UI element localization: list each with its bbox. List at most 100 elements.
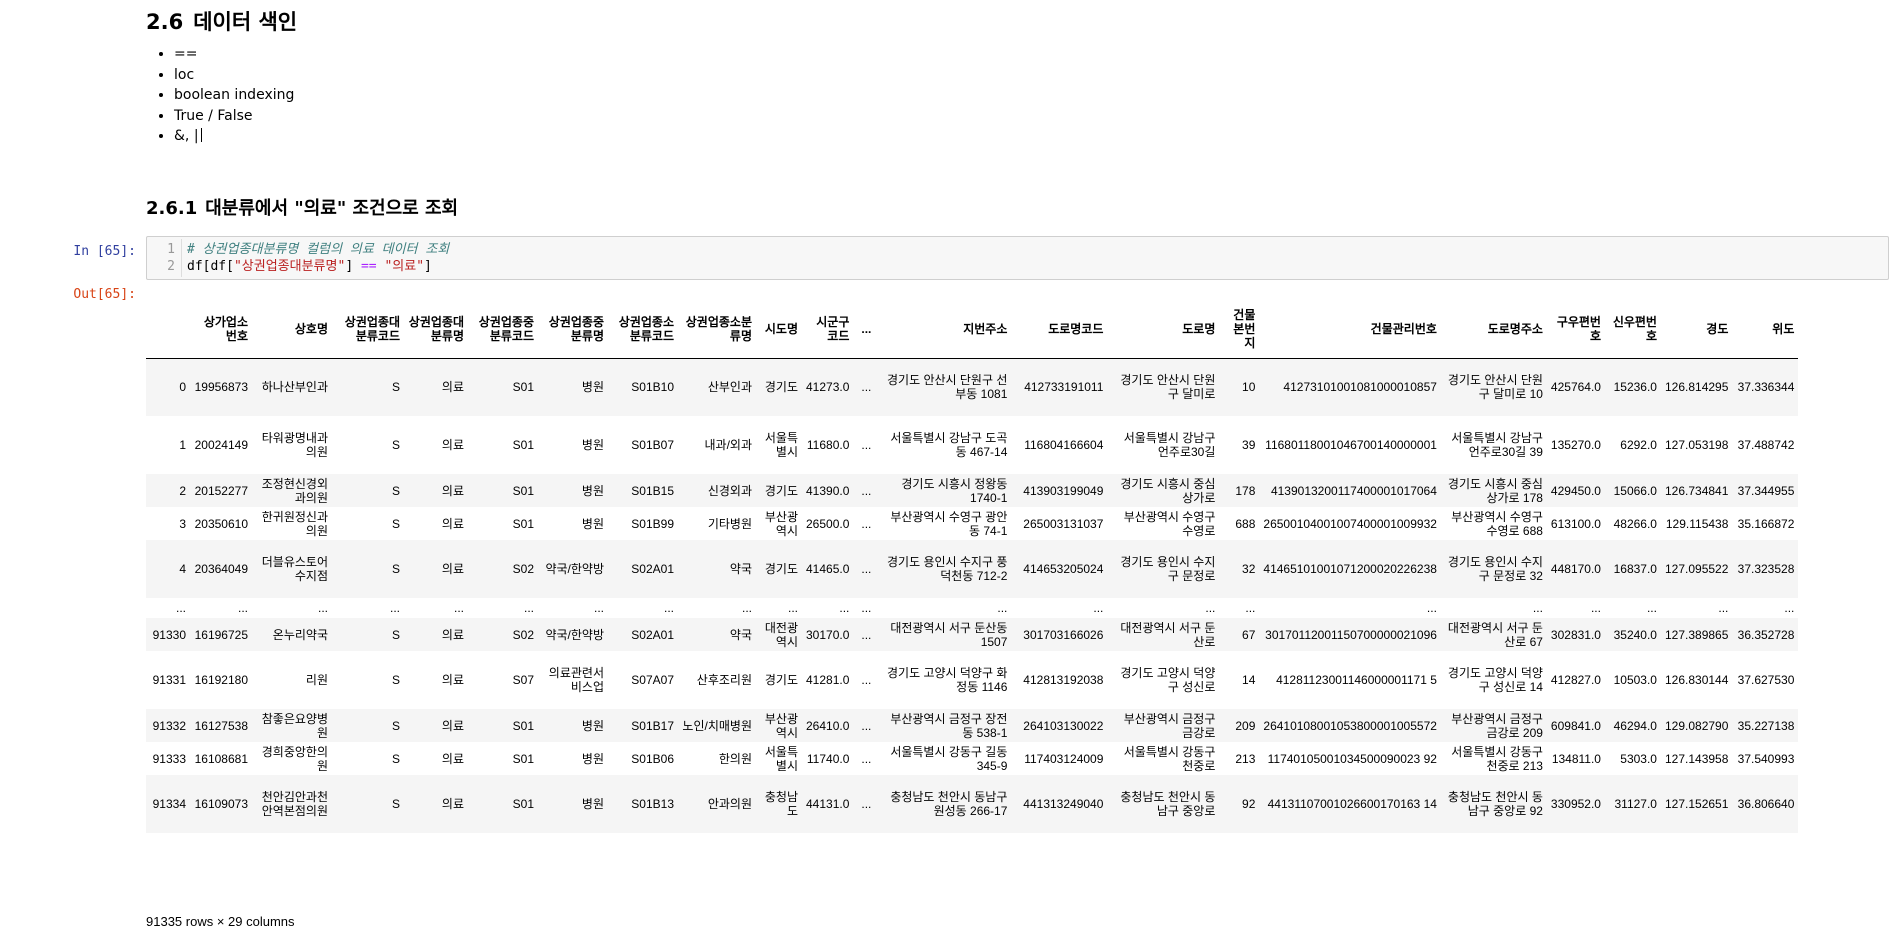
table-cell: 11740105001034500090023 92 [1267,751,1437,766]
table-cell: 127.152651 [1664,797,1729,811]
table-cell: 부산광역시 [764,711,798,740]
table-cell: 노인/치매병원 [682,718,752,733]
column-header[interactable]: 상권업종대분류명 [404,300,468,359]
table-cell: 경기도 시흥시 정왕동 1740-1 [901,476,1008,505]
table-cell: 4139013200117400001017064 [1270,483,1437,498]
table-cell: 41390.0 [806,483,850,498]
column-header[interactable]: 경도 [1660,300,1733,359]
table-cell: S01 [512,438,534,452]
table-cell: ... [861,380,872,395]
table-cell: 서울특별시 강남구 언주로30길 39 [1451,431,1543,459]
table-cell: 의료 [441,380,464,395]
row-index: 3 [179,516,186,531]
column-header[interactable]: 구우편번호 [1546,300,1605,359]
table-cell: 부산광역시 금정구 금강로 209 [1451,711,1543,740]
table-cell: ... [861,797,872,811]
table-cell: 26500.0 [806,516,850,531]
table-cell: 44131107001026600170163 14 [1267,797,1437,811]
section-heading: 2.6 데이터 색인 [146,6,297,36]
table-cell: 16837.0 [1613,562,1657,576]
table-cell: 117403124009 [1024,751,1104,766]
bullet-item[interactable]: &, | [174,126,294,147]
table-cell: 178 [1235,483,1256,498]
code-text[interactable]: # 상권업종대분류명 컬럼의 의료 데이터 조회 df[df["상권업종대분류명… [187,241,449,275]
table-cell: S07A07 [631,673,674,687]
column-header[interactable]: 상권업종대분류코드 [332,300,404,359]
table-cell: 32 [1242,562,1256,576]
table-cell: ... [861,516,872,531]
table-cell: 135270.0 [1550,438,1601,452]
table-cell: 41281123001146000001171 5 [1276,673,1437,687]
row-index: 1 [179,438,186,452]
column-header[interactable]: 상권업종중분류명 [538,300,608,359]
table-cell: ... [861,601,872,615]
column-header[interactable]: 지번주소 [875,300,1012,359]
column-header[interactable]: 시군구코드 [802,300,854,359]
table-cell: S01B15 [631,483,674,498]
table-cell: ... [741,601,752,615]
table-cell: 조정현신경외과의원 [261,476,328,505]
table-cell: 의료관련서비스업 [548,666,604,694]
table-cell: 약국/한약방 [545,562,604,576]
table-cell: 31127.0 [1614,797,1657,811]
table-cell: 경기도 안산시 단원구 달미로 [1120,373,1216,402]
table-cell: ... [523,601,534,615]
code-editor[interactable]: 1 2 # 상권업종대분류명 컬럼의 의료 데이터 조회 df[df["상권업종… [146,236,1889,280]
bullet-item: loc [174,65,294,86]
table-cell: 26500104001007400001009932 [1263,516,1437,531]
column-header[interactable]: 상가업소번호 [190,300,252,359]
table-cell: S [391,438,400,452]
table-cell: 36.352728 [1737,627,1795,642]
dataframe-table: 상가업소번호 상호명 상권업종대분류코드 상권업종대분류명 상권업종중분류코드 … [146,300,1799,833]
table-cell: S01 [512,718,534,733]
table-cell: 20350610 [194,516,248,531]
code-comment: # 상권업종대분류명 컬럼의 의료 데이터 조회 [187,242,450,257]
table-cell: 16109073 [194,797,248,811]
table-cell: 한귀원정신과의원 [261,509,328,538]
table-body: 0 19956873 하나산부인과 S 의료 S01 병원 S01B10 산부인과 경기도 4127… [146,358,1799,833]
column-header[interactable]: ... [853,300,876,359]
column-header[interactable]: 건물본번지 [1219,300,1260,359]
notebook: 2.6 데이터 색인 == loc boolean indexing True /… [0,0,1899,931]
table-cell: 충청남도 천안시 동남구 중앙로 92 [1447,790,1543,818]
table-cell: 20024149 [194,438,248,452]
table-cell: 5303.0 [1620,751,1657,766]
table-cell: 의료 [441,751,464,766]
table-cell: 의료 [441,483,464,498]
table-cell: 경기도 시흥시 중심상가로 178 [1447,476,1543,505]
column-header[interactable]: 위도 [1732,300,1799,359]
column-header[interactable]: 도로명주소 [1440,300,1547,359]
table-cell: 산후조리원 [696,673,752,687]
column-header[interactable]: 시도명 [756,300,802,359]
column-header[interactable] [146,300,190,359]
table-cell: S [391,718,400,733]
row-index: 91330 [152,627,186,642]
column-header[interactable]: 상권업종소분류명 [678,300,756,359]
table-cell: S02A01 [631,627,674,642]
column-header[interactable]: 신우편번호 [1604,300,1661,359]
table-row: 91330 16196725 온누리약국 S 의료 S02 약국/한약방 S02A01 약국 대전… [146,618,1799,651]
table-cell: 병원 [581,380,604,395]
table-cell: 302831.0 [1550,627,1601,642]
table-cell: 15066.0 [1613,483,1657,498]
column-header[interactable]: 도로명코드 [1011,300,1108,359]
table-cell: 병원 [581,438,604,452]
table-cell: 688 [1235,516,1256,531]
table-cell: 경기도 용인시 수지구 풍덕천동 712-2 [886,555,1008,583]
column-header[interactable]: 상호명 [252,300,332,359]
table-cell: 약국 [729,562,752,576]
column-header[interactable]: 건물관리번호 [1259,300,1441,359]
table-cell: 경기도 [764,483,798,498]
table-cell: 서울특별시 [764,744,798,773]
table-cell: 온누리약국 [272,627,328,642]
column-header[interactable]: 도로명 [1107,300,1220,359]
table-cell: 41273101001081000010857 [1283,380,1437,395]
column-header[interactable]: 상권업종소분류코드 [608,300,678,359]
table-cell: 126.814295 [1664,380,1729,395]
table-cell: ... [1426,601,1437,615]
table-cell: 441313249040 [1023,797,1104,811]
dataframe-shape: 91335 rows × 29 columns [146,914,295,929]
table-cell: S01B99 [631,516,674,531]
table-cell: 36.806640 [1737,797,1795,811]
column-header[interactable]: 상권업종중분류코드 [468,300,538,359]
